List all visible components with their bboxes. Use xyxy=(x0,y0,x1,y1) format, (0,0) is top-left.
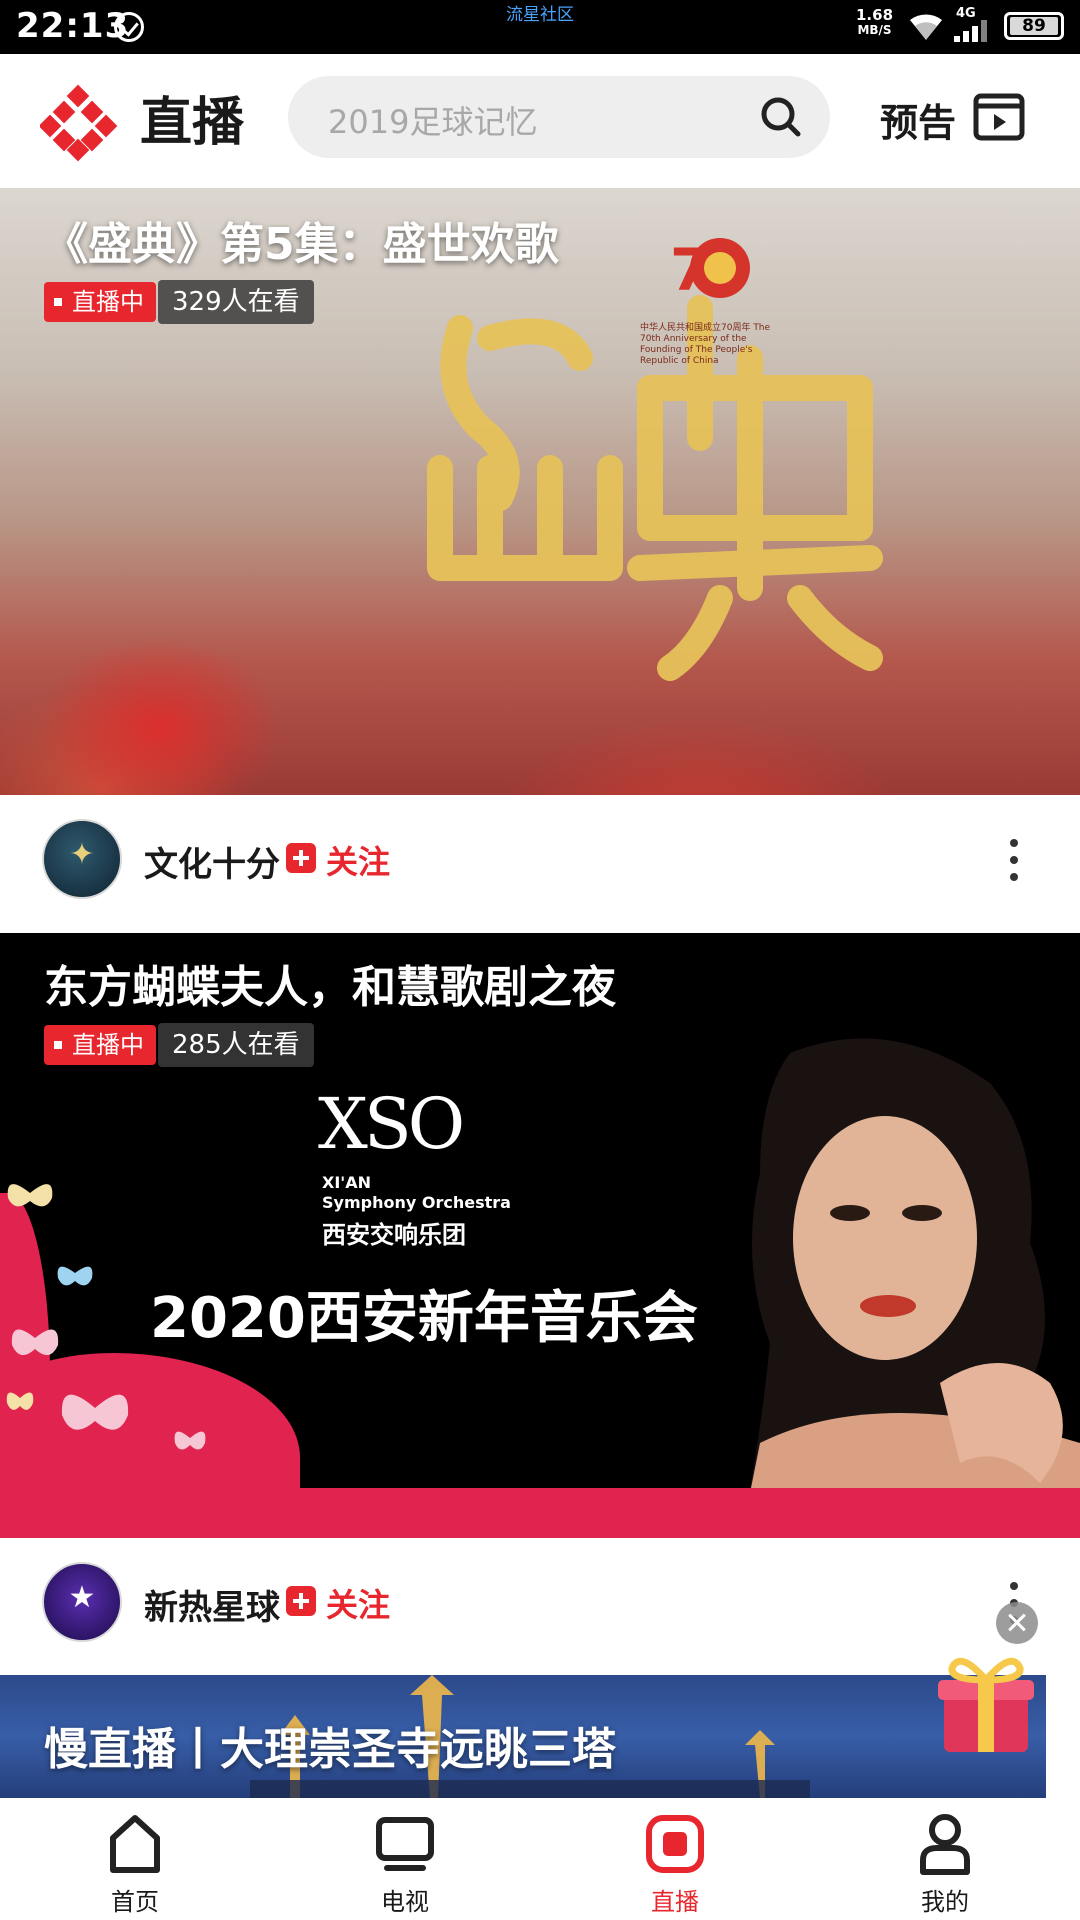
orchestra-name-cn: 西安交响乐团 xyxy=(322,1221,466,1249)
nav-label: 电视 xyxy=(381,1888,429,1916)
search-input[interactable]: 2019足球记忆 xyxy=(328,97,537,143)
plus-icon[interactable] xyxy=(286,843,316,873)
network-speed-unit: MB/S xyxy=(857,23,892,37)
page-title: 直播 xyxy=(140,93,245,153)
channel-row: ★ 新热星球 关注 xyxy=(0,1538,1080,1676)
nav-label: 我的 xyxy=(921,1888,969,1916)
70th-anniversary-emblem: 7 xyxy=(670,236,750,304)
orchestra-logo: XSO xyxy=(318,1083,465,1165)
nav-label: 首页 xyxy=(111,1888,159,1916)
battery-level: 89 xyxy=(1010,17,1058,36)
network-speed: 1.68 MB/S xyxy=(856,8,893,38)
nav-tv[interactable]: 电视 xyxy=(270,1798,540,1920)
nav-label: 直播 xyxy=(651,1888,699,1916)
preview-button[interactable]: 预告 xyxy=(880,92,956,147)
channel-name[interactable]: 文化十分 xyxy=(144,837,280,886)
channel-row: ✦ 文化十分 关注 xyxy=(0,795,1080,933)
singer-portrait-image xyxy=(740,1038,1080,1538)
viewer-count-badge: 285人在看 xyxy=(158,1023,314,1067)
orchestra-name-en: Symphony Orchestra xyxy=(322,1193,511,1212)
channel-avatar[interactable]: ★ xyxy=(42,1562,122,1642)
search-bar[interactable]: 2019足球记忆 xyxy=(288,76,830,158)
wifi-icon xyxy=(910,14,942,40)
plus-icon[interactable] xyxy=(286,1586,316,1616)
app-logo-icon[interactable] xyxy=(40,84,118,162)
follow-button[interactable]: 关注 xyxy=(326,1580,390,1626)
poster-band xyxy=(0,1488,1080,1538)
tv-icon xyxy=(376,1817,434,1871)
nav-profile[interactable]: 我的 xyxy=(810,1798,1080,1920)
search-icon[interactable] xyxy=(758,94,804,140)
close-icon[interactable] xyxy=(996,1602,1038,1644)
live-title[interactable]: 东方蝴蝶夫人，和慧歌剧之夜 xyxy=(44,951,616,1015)
live-card-banner[interactable]: 7 中华人民共和国成立70周年 The 70th Anniversary of … xyxy=(0,188,1080,795)
more-options-icon[interactable] xyxy=(1002,835,1026,885)
nav-home[interactable]: 首页 xyxy=(0,1798,270,1920)
nav-live[interactable]: 直播 xyxy=(540,1798,810,1920)
viewer-count-badge: 329人在看 xyxy=(158,280,314,324)
orchestra-city: XI'AN xyxy=(322,1173,371,1192)
gift-box-icon[interactable] xyxy=(930,1650,1040,1760)
live-title[interactable]: 慢直播丨大理崇圣寺远眺三塔 xyxy=(44,1713,616,1777)
poster-title: 2020西安新年音乐会 xyxy=(150,1286,698,1351)
channel-avatar[interactable]: ✦ xyxy=(42,819,122,899)
bottom-navigation: 首页 电视 直播 我的 xyxy=(0,1798,1080,1920)
signal-icon xyxy=(954,20,994,42)
battery-icon: 89 xyxy=(1004,12,1064,40)
live-card-banner[interactable]: XSO XI'AN Symphony Orchestra 西安交响乐团 2020… xyxy=(0,933,1080,1538)
live-status-badge: 直播中 xyxy=(44,1025,156,1065)
channel-avatar-glyph: ★ xyxy=(68,1580,96,1615)
channel-name[interactable]: 新热星球 xyxy=(144,1580,280,1629)
schedule-play-icon[interactable] xyxy=(972,90,1026,144)
network-type: 4G xyxy=(956,6,976,21)
live-card-banner[interactable]: 慢直播丨大理崇圣寺远眺三塔 xyxy=(0,1675,1046,1798)
channel-avatar-glyph: ✦ xyxy=(69,837,95,872)
app-header: 直播 2019足球记忆 预告 xyxy=(0,54,1080,188)
home-icon xyxy=(110,1815,160,1873)
live-icon xyxy=(646,1815,704,1873)
network-speed-value: 1.68 xyxy=(856,6,894,24)
follow-button[interactable]: 关注 xyxy=(326,837,390,883)
live-status-badge: 直播中 xyxy=(44,282,156,322)
live-title[interactable]: 《盛典》第5集：盛世欢歌 xyxy=(44,208,559,272)
profile-icon xyxy=(920,1814,970,1875)
status-bar: 22:13 流星社区 1.68 MB/S 4G 89 xyxy=(0,0,1080,54)
emblem-caption: 中华人民共和国成立70周年 The 70th Anniversary of th… xyxy=(640,323,771,366)
